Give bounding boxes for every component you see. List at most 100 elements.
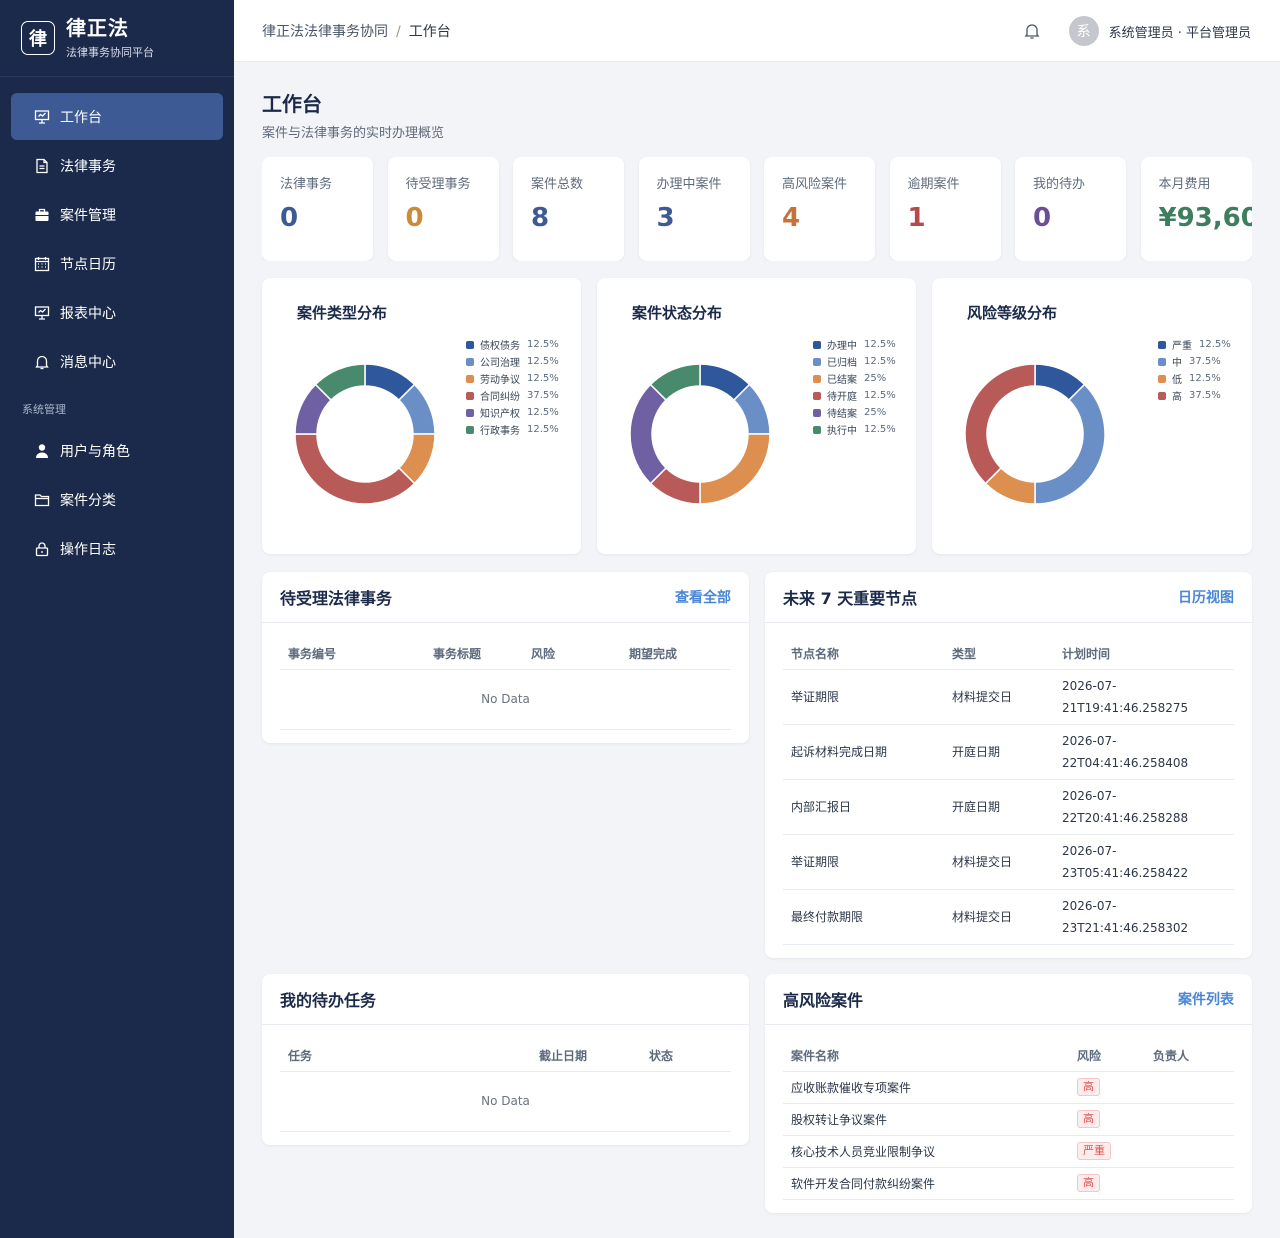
- avatar[interactable]: 系: [1068, 16, 1099, 46]
- table-row[interactable]: 举证期限 材料提交日 2026-07- 21T19:41:46.258275: [783, 669, 1234, 725]
- legend-item[interactable]: 债权债务 12.5%: [466, 336, 559, 353]
- legend-item[interactable]: 低 12.5%: [1158, 370, 1231, 387]
- risk-badge: 严重: [1077, 1142, 1111, 1160]
- legend-item[interactable]: 合同纠纷 37.5%: [466, 387, 559, 404]
- card-title: 未来 7 天重要节点: [783, 589, 918, 608]
- legend-percent: 12.5%: [864, 356, 896, 367]
- legend-percent: 25%: [864, 373, 887, 384]
- legend-item[interactable]: 行政事务 12.5%: [466, 421, 559, 438]
- sidebar-item-messages[interactable]: 消息中心: [11, 338, 223, 385]
- legend-percent: 12.5%: [864, 339, 896, 350]
- sidebar-item-legal-affairs[interactable]: 法律事务: [11, 142, 223, 189]
- table-row[interactable]: 内部汇报日 开庭日期 2026-07- 22T20:41:46.258288: [783, 779, 1234, 835]
- user-icon: [34, 443, 50, 459]
- high-risk-cases-table: 案件名称 风险 负责人 应收账款催收专项案件高股权转让争议案件高核心技术人员竞业…: [783, 1040, 1234, 1200]
- column-header: 类型: [944, 638, 1054, 670]
- legend-item[interactable]: 办理中 12.5%: [813, 336, 896, 353]
- legend-percent: 25%: [864, 407, 887, 418]
- sidebar-item-workbench[interactable]: 工作台: [11, 93, 223, 140]
- case-list-link[interactable]: 案件列表: [1178, 989, 1234, 1009]
- chart-card-case-type: 案件类型分布 债权债务 12.5% 公司治理 12.5% 劳动争议 12.5% 合同纠纷 37…: [262, 278, 581, 554]
- empty-state: No Data: [280, 669, 731, 730]
- node-time-line2: 23T05:41:46.258422: [1062, 865, 1189, 880]
- sidebar-item-reports[interactable]: 报表中心: [11, 289, 223, 336]
- sidebar-item-label: 案件分类: [60, 492, 116, 509]
- legend-swatch: [1158, 374, 1166, 383]
- legend-label: 债权债务: [480, 341, 520, 352]
- column-header: 状态: [641, 1040, 731, 1072]
- legend-item[interactable]: 中 37.5%: [1158, 353, 1231, 370]
- sidebar-item-label: 消息中心: [60, 354, 116, 371]
- stat-card[interactable]: 案件总数 8: [513, 157, 624, 261]
- node-name: 举证期限: [783, 834, 944, 890]
- legend-swatch: [1158, 357, 1166, 366]
- sidebar-item-calendar[interactable]: 节点日历: [11, 240, 223, 287]
- stat-value: ¥93,600: [1158, 203, 1252, 233]
- legend-swatch: [466, 374, 474, 383]
- column-header: 事务标题: [425, 638, 523, 670]
- legend-swatch: [813, 374, 821, 383]
- legend-percent: 12.5%: [527, 356, 559, 367]
- node-time-line2: 22T04:41:46.258408: [1062, 755, 1189, 770]
- sidebar-item-cases[interactable]: 案件管理: [11, 191, 223, 238]
- donut-slice[interactable]: [629, 383, 668, 485]
- stat-card[interactable]: 逾期案件 1: [889, 157, 1001, 261]
- node-time-line1: 2026-07-: [1062, 678, 1117, 693]
- stats-row: 法律事务 0 待受理事务 0 案件总数 8 办理中案件 3 高风险案件 4 逾期案件 1 我的待办 0 本月…: [262, 157, 1252, 261]
- stat-value: 0: [280, 203, 299, 233]
- view-all-link[interactable]: 查看全部: [675, 587, 731, 607]
- stat-label: 待受理事务: [405, 177, 471, 192]
- stat-card[interactable]: 法律事务 0: [262, 157, 373, 261]
- case-name: 核心技术人员竞业限制争议: [783, 1135, 1069, 1168]
- node-name: 起诉材料完成日期: [783, 724, 944, 780]
- notification-bell-icon[interactable]: [1023, 22, 1041, 40]
- donut-slice[interactable]: [294, 433, 416, 505]
- column-header: 负责人: [1145, 1040, 1234, 1072]
- stat-card[interactable]: 办理中案件 3: [638, 157, 750, 261]
- breadcrumb-root[interactable]: 律正法法律事务协同: [262, 24, 388, 40]
- legend-item[interactable]: 待开庭 12.5%: [813, 387, 896, 404]
- column-header: 截止日期: [531, 1040, 641, 1072]
- stat-card[interactable]: 高风险案件 4: [764, 157, 875, 261]
- legend-item[interactable]: 已结案 25%: [813, 370, 896, 387]
- stat-card[interactable]: 本月费用 ¥93,600: [1140, 157, 1252, 261]
- donut-slice[interactable]: [699, 433, 771, 505]
- user-menu[interactable]: 系统管理员 · 平台管理员: [1109, 22, 1251, 41]
- table-row[interactable]: 起诉材料完成日期 开庭日期 2026-07- 22T04:41:46.258408: [783, 724, 1234, 780]
- top-header: 律正法法律事务协同 / 工作台 系 系统管理员 · 平台管理员: [234, 0, 1280, 62]
- table-row[interactable]: 应收账款催收专项案件高: [783, 1071, 1234, 1104]
- legend-label: 待结案: [827, 409, 857, 420]
- stat-value: 0: [405, 203, 424, 233]
- legend-item[interactable]: 劳动争议 12.5%: [466, 370, 559, 387]
- legend-item[interactable]: 高 37.5%: [1158, 387, 1231, 404]
- sidebar-item-users[interactable]: 用户与角色: [11, 427, 223, 474]
- node-time-line1: 2026-07-: [1062, 733, 1117, 748]
- legend-item[interactable]: 知识产权 12.5%: [466, 404, 559, 421]
- stat-label: 本月费用: [1158, 177, 1211, 192]
- table-row[interactable]: 核心技术人员竞业限制争议 严重: [783, 1135, 1234, 1168]
- table-row[interactable]: 股权转让争议案件高: [783, 1103, 1234, 1136]
- pending-affairs-table: 事务编号 事务标题 风险 期望完成 No Data: [280, 638, 731, 730]
- legend-swatch: [813, 391, 821, 400]
- legend-item[interactable]: 待结案 25%: [813, 404, 896, 421]
- stat-card[interactable]: 待受理事务 0: [387, 157, 499, 261]
- column-header: 风险: [1069, 1040, 1145, 1072]
- card-title: 我的待办任务: [280, 991, 377, 1010]
- legend-item[interactable]: 执行中 12.5%: [813, 421, 896, 438]
- legend-swatch: [466, 408, 474, 417]
- table-row[interactable]: 最终付款期限 材料提交日 2026-07- 23T21:41:46.258302: [783, 889, 1234, 945]
- card-title: 待受理法律事务: [280, 589, 393, 608]
- table-row[interactable]: 举证期限 材料提交日 2026-07- 23T05:41:46.258422: [783, 834, 1234, 890]
- stat-card[interactable]: 我的待办 0: [1015, 157, 1126, 261]
- donut-slice[interactable]: [964, 363, 1036, 485]
- sidebar-item-case-categories[interactable]: 案件分类: [11, 476, 223, 523]
- donut-slice[interactable]: [1034, 383, 1106, 505]
- node-name: 举证期限: [783, 669, 944, 725]
- legend-item[interactable]: 公司治理 12.5%: [466, 353, 559, 370]
- stat-value: 3: [656, 203, 675, 233]
- legend-item[interactable]: 严重 12.5%: [1158, 336, 1231, 353]
- legend-item[interactable]: 已归档 12.5%: [813, 353, 896, 370]
- sidebar-item-audit-log[interactable]: 操作日志: [11, 525, 223, 572]
- table-row[interactable]: 软件开发合同付款纠纷案件高: [783, 1167, 1234, 1200]
- calendar-view-link[interactable]: 日历视图: [1178, 587, 1234, 607]
